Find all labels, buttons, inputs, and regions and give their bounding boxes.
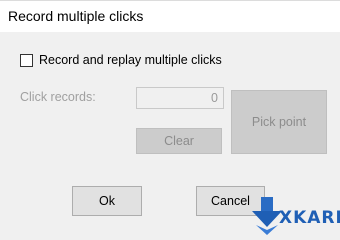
record-clicks-dialog: Record multiple clicks Record and replay…	[0, 0, 340, 240]
clear-button[interactable]: Clear	[136, 128, 222, 154]
record-multiple-clicks-checkbox[interactable]	[20, 54, 33, 67]
title-bar: Record multiple clicks	[0, 1, 340, 32]
ok-button[interactable]: Ok	[72, 186, 142, 216]
pick-point-button[interactable]: Pick point	[231, 90, 327, 154]
xkare-watermark: XKARE	[252, 197, 340, 240]
download-arrow-icon	[252, 197, 282, 235]
record-multiple-clicks-label[interactable]: Record and replay multiple clicks	[39, 53, 222, 67]
click-records-field[interactable]	[136, 87, 224, 109]
watermark-text: XKARE	[279, 208, 340, 228]
window-title: Record multiple clicks	[8, 8, 144, 24]
click-records-label: Click records:	[20, 90, 96, 104]
